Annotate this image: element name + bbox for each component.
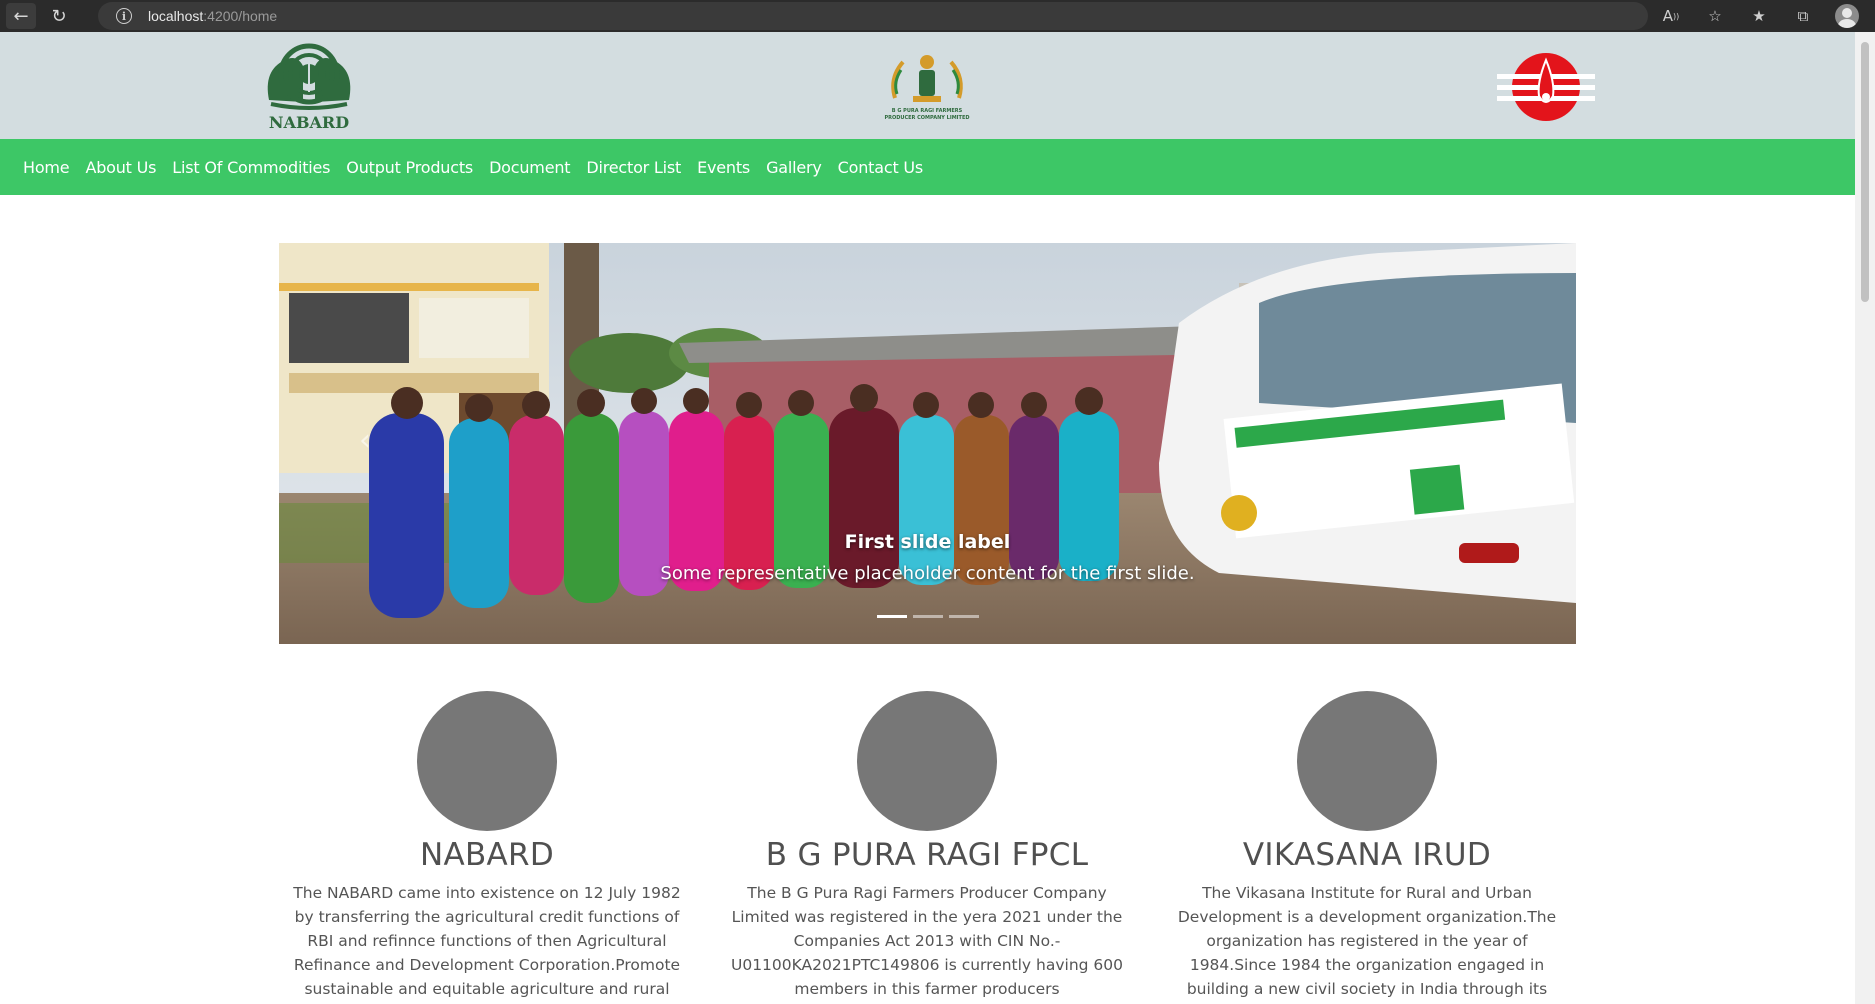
caption-text: Some representative placeholder content … xyxy=(660,563,1195,584)
nav-document[interactable]: Document xyxy=(489,158,570,177)
avatar xyxy=(417,691,557,831)
card-title: VIKASANA IRUD xyxy=(1242,837,1492,873)
avatar xyxy=(857,691,997,831)
nabard-logo-text: NABARD xyxy=(269,113,349,132)
vertical-scrollbar[interactable] xyxy=(1855,32,1875,1004)
scrollbar-thumb[interactable] xyxy=(1861,42,1869,302)
carousel-caption: First slide label Some representative pl… xyxy=(279,531,1576,584)
profile-avatar-icon[interactable] xyxy=(1835,4,1859,28)
card-title: B G PURA RAGI FPCL xyxy=(765,837,1089,873)
fpcl-logo[interactable]: B G PURA RAGI FARMERS PRODUCER COMPANY L… xyxy=(883,48,971,126)
add-favorite-icon[interactable]: ☆ xyxy=(1703,4,1727,28)
read-aloud-icon[interactable]: A)) xyxy=(1659,4,1683,28)
carousel-indicator-3[interactable] xyxy=(948,615,979,618)
card-bg-pura: B G PURA RAGI FPCL The B G Pura Ragi Far… xyxy=(727,691,1127,1004)
hero-carousel[interactable]: ‹ First slide label Some representative … xyxy=(279,243,1576,644)
card-text: The Vikasana Institute for Rural and Urb… xyxy=(1177,884,1557,998)
avatar xyxy=(1297,691,1437,831)
nav-output-products[interactable]: Output Products xyxy=(346,158,473,177)
carousel-indicator-2[interactable] xyxy=(912,615,943,618)
main-navbar: Home About Us List Of Commodities Output… xyxy=(0,139,1855,195)
back-arrow-icon[interactable]: ← xyxy=(6,3,36,29)
page: NABARD B G PURA RAGI FARMERS PRODUCER CO… xyxy=(0,32,1855,1004)
carousel-indicators xyxy=(279,615,1576,618)
vikasana-irud-logo[interactable] xyxy=(1497,52,1595,122)
nav-home[interactable]: Home xyxy=(23,158,70,177)
caption-title: First slide label xyxy=(844,531,1011,553)
svg-text:B G PURA RAGI FARMERS: B G PURA RAGI FARMERS xyxy=(892,108,963,114)
card-title: NABARD xyxy=(419,837,555,873)
card-text: The B G Pura Ragi Farmers Producer Compa… xyxy=(730,884,1124,998)
nav-contact-us[interactable]: Contact Us xyxy=(838,158,924,177)
nav-events[interactable]: Events xyxy=(697,158,750,177)
collections-icon[interactable]: ⧉ xyxy=(1791,4,1815,28)
site-info-icon[interactable]: i xyxy=(116,8,132,24)
url-text[interactable]: localhost:4200/home xyxy=(148,8,277,24)
favorites-icon[interactable]: ★ xyxy=(1747,4,1771,28)
carousel-prev-icon[interactable]: ‹ xyxy=(359,423,371,458)
svg-text:PRODUCER COMPANY LIMITED: PRODUCER COMPANY LIMITED xyxy=(884,115,969,121)
nav-list-of-commodities[interactable]: List Of Commodities xyxy=(172,158,330,177)
nabard-logo[interactable]: NABARD xyxy=(257,40,361,132)
browser-toolbar: ← ↻ i localhost:4200/home A)) ☆ ★ ⧉ xyxy=(0,0,1875,32)
reload-icon[interactable]: ↻ xyxy=(44,3,74,29)
card-vikasana: VIKASANA IRUD The Vikasana Institute for… xyxy=(1167,691,1567,1004)
logo-header: NABARD B G PURA RAGI FARMERS PRODUCER CO… xyxy=(0,32,1855,139)
address-bar[interactable]: i localhost:4200/home xyxy=(98,2,1648,30)
carousel-indicator-1[interactable] xyxy=(876,615,907,618)
card-text: The NABARD came into existence on 12 Jul… xyxy=(293,884,681,998)
card-nabard: NABARD The NABARD came into existence on… xyxy=(287,691,687,1004)
nav-director-list[interactable]: Director List xyxy=(586,158,681,177)
nav-about-us[interactable]: About Us xyxy=(85,158,156,177)
nav-gallery[interactable]: Gallery xyxy=(766,158,822,177)
